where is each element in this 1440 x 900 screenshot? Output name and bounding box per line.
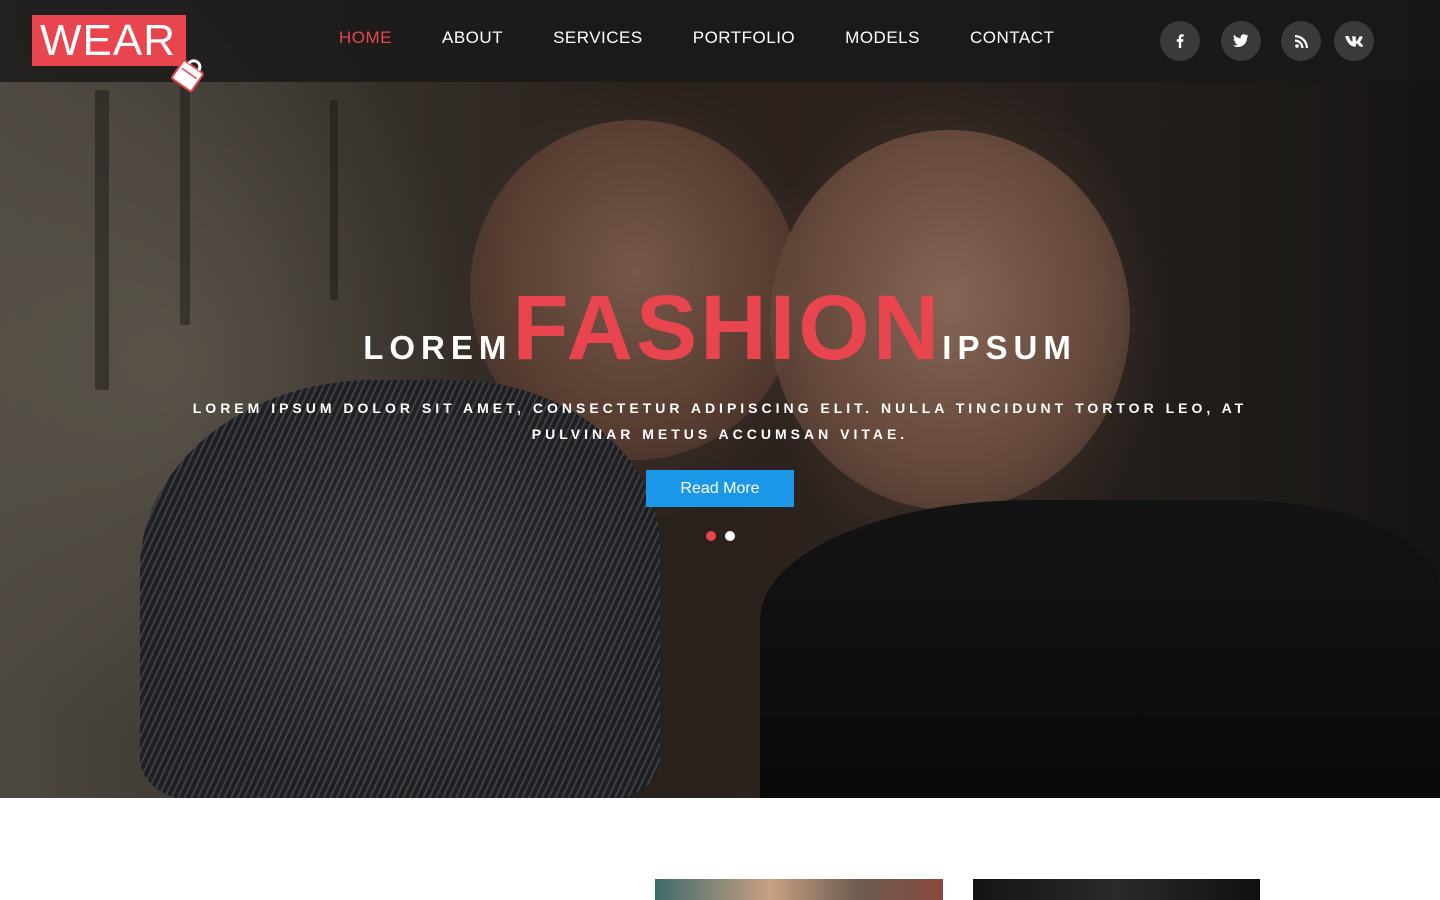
portfolio-thumbnail[interactable] bbox=[655, 879, 943, 900]
vk-button[interactable] bbox=[1334, 21, 1374, 61]
twitter-button[interactable] bbox=[1221, 21, 1261, 61]
read-more-button[interactable]: Read More bbox=[646, 470, 794, 507]
shopping-bag-icon bbox=[171, 59, 204, 92]
nav-home[interactable]: HOME bbox=[339, 28, 392, 52]
twitter-icon bbox=[1233, 34, 1249, 47]
facebook-button[interactable] bbox=[1160, 21, 1200, 61]
hero-subtitle: LOREM IPSUM DOLOR SIT AMET, CONSECTETUR … bbox=[192, 400, 1248, 442]
site-header: WEAR HOME ABOUT SERVICES PORTFOLIO MODEL… bbox=[0, 0, 1440, 92]
rss-icon bbox=[1294, 34, 1308, 48]
logo[interactable]: WEAR bbox=[32, 15, 186, 66]
nav-about[interactable]: ABOUT bbox=[442, 28, 503, 52]
nav-contact[interactable]: CONTACT bbox=[970, 28, 1054, 52]
headline-word-right: IPSUM bbox=[942, 329, 1077, 366]
vk-icon bbox=[1345, 35, 1363, 47]
rss-button[interactable] bbox=[1281, 21, 1321, 61]
main-nav: HOME ABOUT SERVICES PORTFOLIO MODELS CON… bbox=[339, 28, 1104, 52]
nav-services[interactable]: SERVICES bbox=[553, 28, 643, 52]
facebook-icon bbox=[1176, 34, 1184, 48]
slider-dot-1[interactable] bbox=[706, 531, 716, 541]
nav-portfolio[interactable]: PORTFOLIO bbox=[693, 28, 795, 52]
hero-headline: LOREMFASHIONIPSUM bbox=[0, 282, 1440, 374]
headline-word-center: FASHION bbox=[512, 277, 943, 379]
portfolio-thumbnail[interactable] bbox=[973, 879, 1260, 900]
nav-models[interactable]: MODELS bbox=[845, 28, 920, 52]
headline-word-left: LOREM bbox=[363, 329, 513, 366]
slider-dot-2[interactable] bbox=[725, 531, 735, 541]
